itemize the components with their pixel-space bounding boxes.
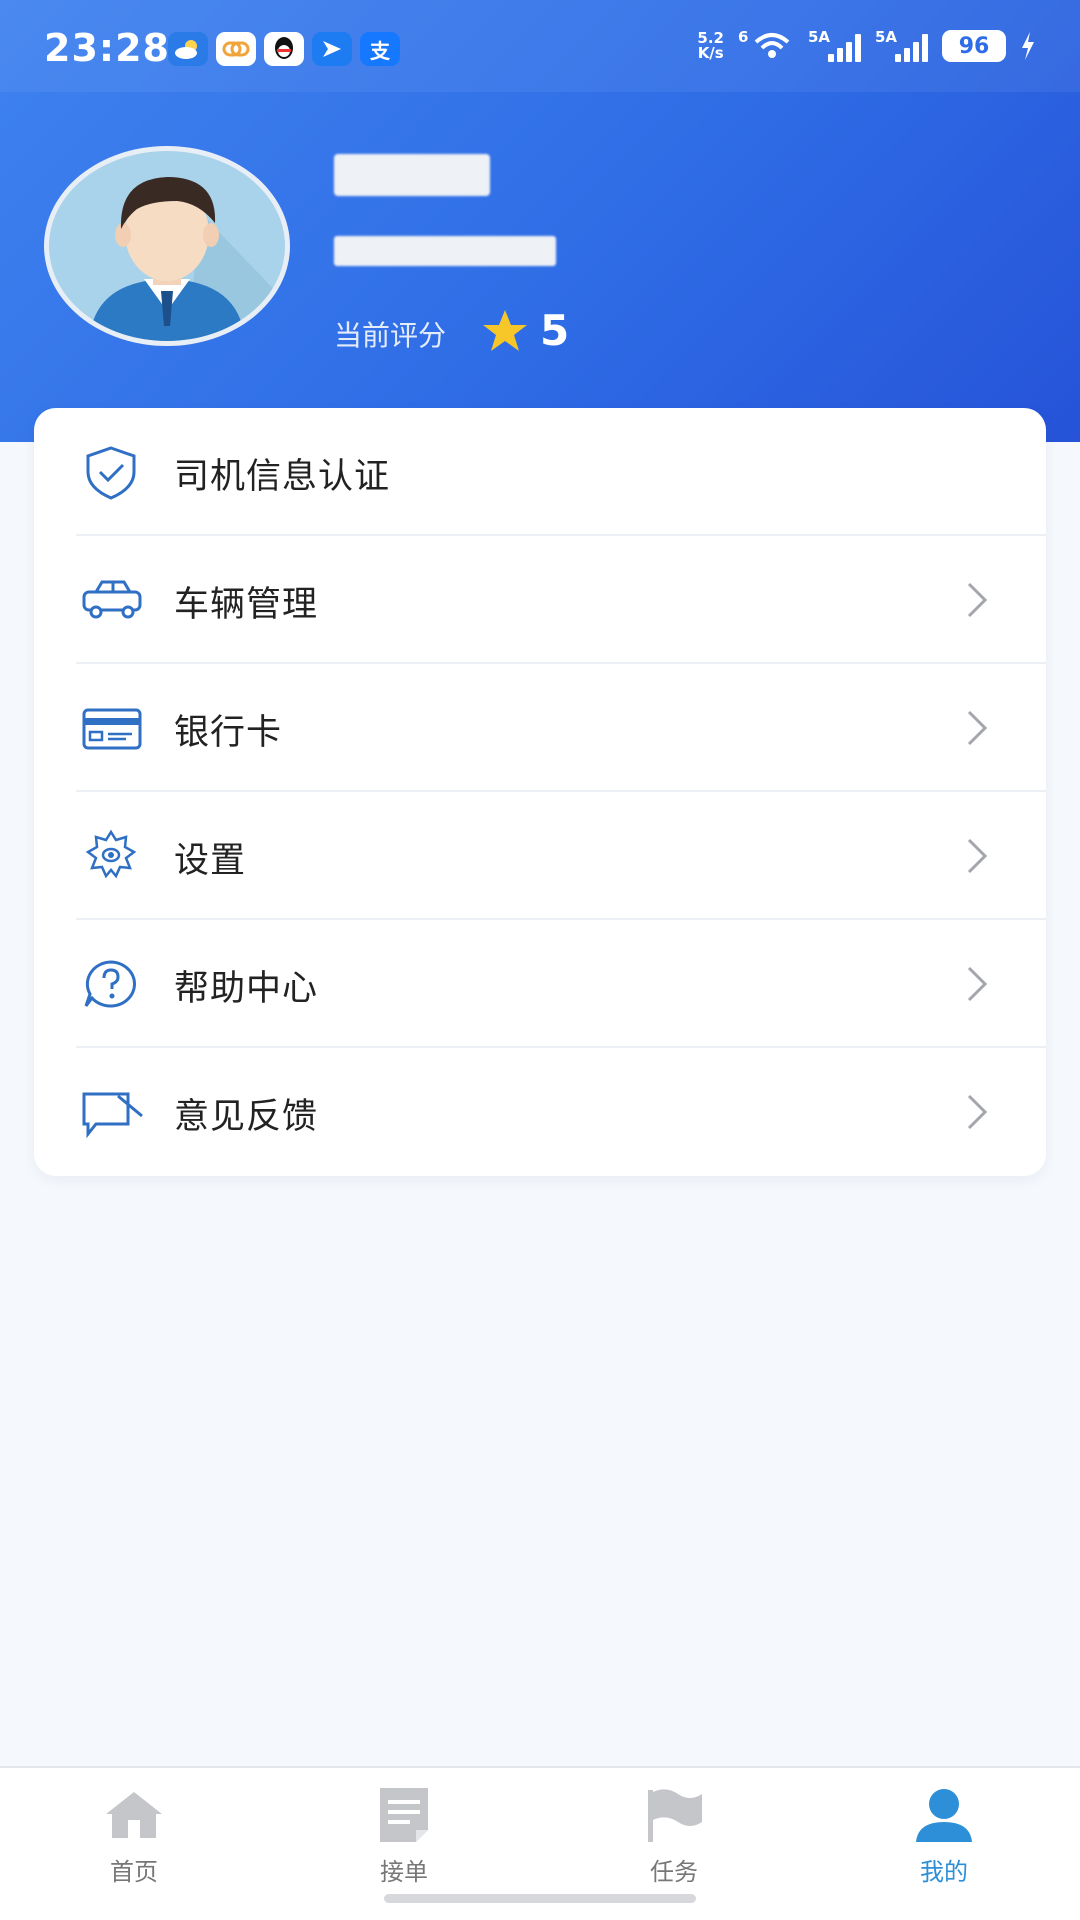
alipay-icon: 支 (360, 32, 400, 66)
menu-item-label: 意见反馈 (174, 1097, 319, 1137)
chevron-right-icon (967, 1094, 988, 1130)
status-time: 23:28 (44, 26, 170, 70)
menu-item-feedback[interactable]: 意见反馈 (34, 1048, 1046, 1176)
signal-sim1-icon: 5A (808, 28, 861, 62)
feedback-icon (82, 1092, 143, 1139)
cloud-link-icon (216, 32, 256, 66)
avatar[interactable] (44, 146, 290, 346)
home-indicator[interactable] (384, 1894, 696, 1903)
rating-label: 当前评分 (334, 319, 447, 352)
user-name-redacted (334, 154, 490, 196)
menu-item-bank-card[interactable]: 银行卡 (34, 664, 1046, 792)
order-list-icon (380, 1788, 428, 1842)
wifi-label: 6 (738, 28, 749, 46)
qq-icon (264, 32, 304, 66)
tab-label: 接单 (380, 1858, 428, 1886)
menu-item-help-center[interactable]: 帮助中心 (34, 920, 1046, 1048)
flag-icon (648, 1789, 702, 1842)
menu-item-label: 银行卡 (174, 713, 283, 753)
user-phone-redacted (334, 236, 556, 266)
tab-tasks[interactable]: 任务 (574, 1780, 774, 1890)
home-icon (106, 1792, 162, 1838)
charging-icon (1022, 32, 1034, 60)
sim2-label: 5A (875, 28, 898, 46)
signal-sim2-icon: 5A (875, 28, 928, 62)
person-icon (916, 1789, 972, 1842)
menu-card: 司机信息认证 车辆管理 银行卡 设置 帮助中心 意见反馈 (34, 408, 1046, 1176)
gear-icon (85, 829, 137, 879)
sim1-label: 5A (808, 28, 831, 46)
menu-item-settings[interactable]: 设置 (34, 792, 1046, 920)
status-bar: 23:28 支 5.2 K/s 6 5A 5A 96 (0, 0, 1080, 92)
tab-mine[interactable]: 我的 (844, 1780, 1044, 1890)
car-icon (82, 580, 142, 619)
menu-item-label: 设置 (174, 841, 247, 881)
menu-item-label: 帮助中心 (174, 969, 319, 1009)
tab-label: 我的 (920, 1858, 968, 1886)
weather-icon (168, 32, 208, 66)
menu-item-vehicle-management[interactable]: 车辆管理 (34, 536, 1046, 664)
tab-label: 任务 (650, 1858, 698, 1886)
status-indicators: 5.2 K/s 6 5A 5A 96 (697, 28, 1036, 62)
chevron-right-icon (967, 582, 988, 618)
wifi-icon: 6 (738, 28, 794, 62)
chevron-right-icon (967, 966, 988, 1002)
bank-card-icon (82, 708, 142, 750)
tab-orders[interactable]: 接单 (304, 1780, 504, 1890)
chevron-right-icon (967, 838, 988, 874)
rating-value: 5 (540, 306, 570, 355)
network-speed-unit: K/s (697, 44, 724, 62)
notification-icons: 支 (168, 32, 400, 66)
menu-item-driver-verification[interactable]: 司机信息认证 (34, 408, 1046, 536)
shield-check-icon (86, 446, 136, 500)
send-icon (312, 32, 352, 66)
chevron-right-icon (967, 710, 988, 746)
tab-label: 首页 (110, 1858, 158, 1886)
network-speed: 5.2 K/s (697, 31, 724, 61)
alipay-glyph: 支 (370, 38, 390, 63)
help-icon (84, 960, 136, 1008)
avatar-person-icon (89, 177, 285, 341)
star-icon (483, 310, 527, 351)
tab-home[interactable]: 首页 (34, 1780, 234, 1890)
profile-page: 23:28 支 5.2 K/s 6 5A 5A 96 当前评分 5 司机信息认证… (0, 0, 1080, 1920)
menu-item-label: 司机信息认证 (174, 457, 391, 497)
profile-header: 23:28 支 5.2 K/s 6 5A 5A 96 当前评分 5 (0, 0, 1080, 442)
battery-indicator: 96 (942, 30, 1006, 62)
menu-item-label: 车辆管理 (174, 585, 319, 625)
